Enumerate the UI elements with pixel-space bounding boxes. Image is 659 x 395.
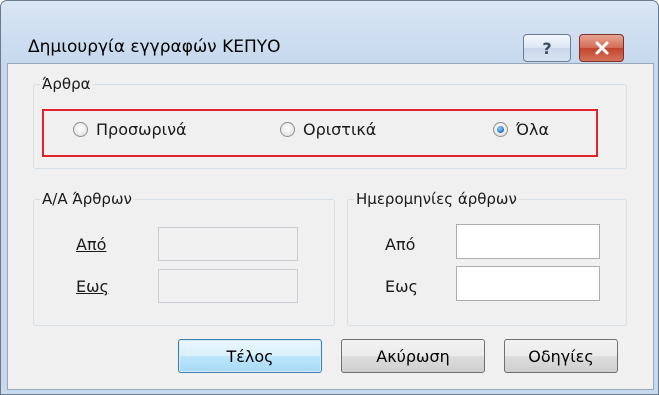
- instructions-button[interactable]: Οδηγίες: [504, 339, 618, 373]
- arthra-group-legend: Άρθρα: [40, 74, 93, 94]
- radio-proswrina-circle[interactable]: [73, 122, 88, 137]
- radio-oristika-label: Οριστικά: [303, 120, 377, 139]
- close-button[interactable]: [579, 34, 624, 62]
- radio-ola-circle[interactable]: [493, 122, 508, 137]
- radio-oristika-circle[interactable]: [280, 122, 295, 137]
- aa-to-label: Εως: [76, 277, 109, 296]
- cancel-button[interactable]: Ακύρωση: [341, 339, 485, 373]
- aa-to-field[interactable]: [158, 269, 298, 303]
- question-icon: ?: [542, 38, 552, 58]
- dialog-client-area: Άρθρα Προσωρινά Οριστικά Όλα Α/Α Άρθρων …: [7, 63, 654, 390]
- radio-proswrina-label: Προσωρινά: [96, 120, 187, 139]
- radio-ola[interactable]: Όλα: [493, 120, 549, 139]
- close-icon: [595, 41, 608, 55]
- radio-oristika[interactable]: Οριστικά: [280, 120, 376, 139]
- dates-to-field[interactable]: [456, 266, 600, 301]
- help-title-button[interactable]: ?: [523, 34, 571, 62]
- window-title: Δημιουργία εγγραφών ΚΕΠΥΟ: [28, 37, 281, 57]
- dates-from-label: Από: [385, 235, 416, 254]
- dates-group: Ημερομηνίες άρθρων: [347, 189, 627, 326]
- dates-group-legend: Ημερομηνίες άρθρων: [354, 189, 519, 209]
- dates-from-field[interactable]: [456, 224, 600, 259]
- dates-to-label: Εως: [385, 277, 418, 296]
- aa-from-field[interactable]: [158, 227, 298, 261]
- aa-from-label-text: Από: [76, 235, 107, 254]
- radio-ola-label: Όλα: [516, 120, 550, 139]
- aa-arthrwn-legend: Α/Α Άρθρων: [40, 189, 134, 209]
- aa-to-label-text: Εως: [76, 277, 109, 296]
- dialog-window: Δημιουργία εγγραφών ΚΕΠΥΟ ? Άρθρα Προσωρ…: [0, 0, 659, 395]
- aa-arthrwn-group: Α/Α Άρθρων: [33, 189, 335, 326]
- finish-button[interactable]: Τέλος: [178, 339, 322, 373]
- aa-from-label: Από: [76, 235, 106, 254]
- radio-proswrina[interactable]: Προσωρινά: [73, 120, 187, 139]
- title-bar[interactable]: Δημιουργία εγγραφών ΚΕΠΥΟ ?: [1, 1, 658, 62]
